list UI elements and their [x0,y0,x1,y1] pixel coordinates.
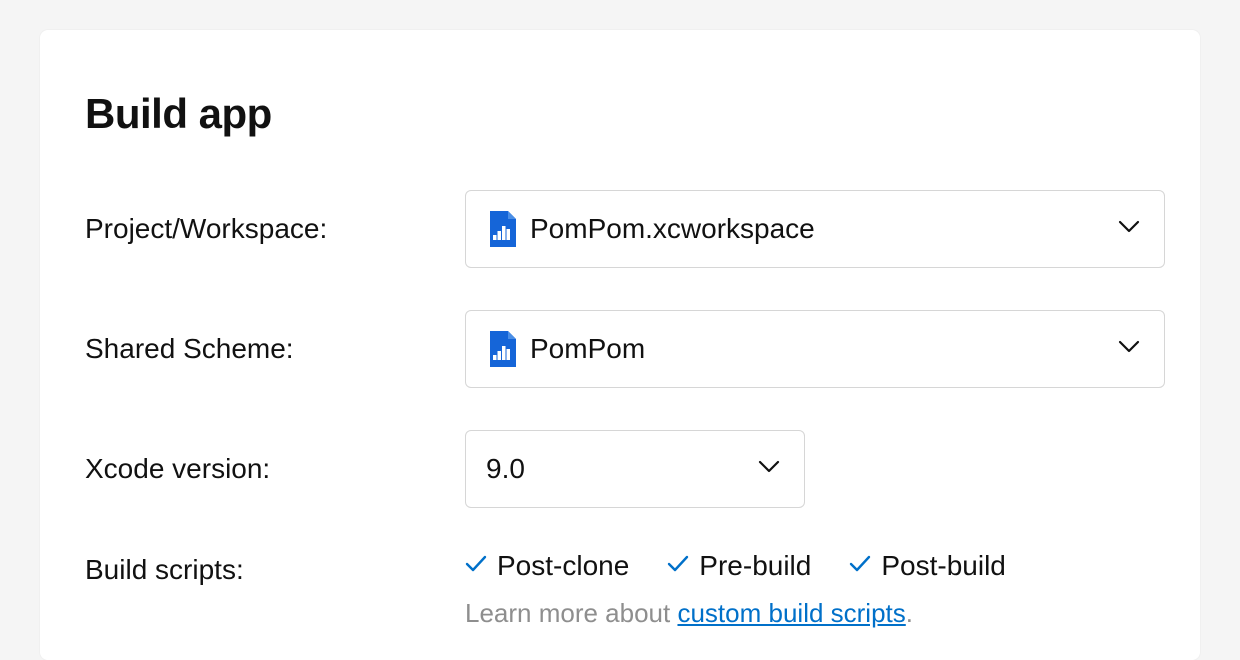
script-post-build: Post-build [849,550,1006,582]
xcode-file-icon [486,331,516,367]
chevron-down-icon [1118,220,1140,239]
build-scripts-help: Learn more about custom build scripts. [465,598,1155,629]
script-label: Pre-build [699,550,811,582]
script-label: Post-build [881,550,1006,582]
project-workspace-dropdown[interactable]: PomPom.xcworkspace [465,190,1165,268]
shared-scheme-row: Shared Scheme: PomPom [85,310,1155,388]
check-icon [667,555,689,578]
build-settings-card: Build app Project/Workspace: [40,30,1200,660]
build-scripts-label: Build scripts: [85,550,465,586]
shared-scheme-dropdown[interactable]: PomPom [465,310,1165,388]
check-icon [849,555,871,578]
xcode-version-dropdown[interactable]: 9.0 [465,430,805,508]
custom-build-scripts-link[interactable]: custom build scripts [677,598,905,628]
xcode-version-label: Xcode version: [85,453,465,485]
chevron-down-icon [1118,340,1140,359]
shared-scheme-label: Shared Scheme: [85,333,465,365]
build-scripts-group: Post-clone Pre-build [465,550,1155,582]
script-label: Post-clone [497,550,629,582]
check-icon [465,555,487,578]
xcode-file-icon [486,211,516,247]
page-title: Build app [85,90,1155,138]
xcode-version-row: Xcode version: 9.0 [85,430,1155,508]
project-workspace-label: Project/Workspace: [85,213,465,245]
chevron-down-icon [758,460,780,479]
project-workspace-row: Project/Workspace: PomPom.xc [85,190,1155,268]
xcode-version-value: 9.0 [486,453,758,485]
build-scripts-row: Build scripts: Post-clone [85,550,1155,629]
script-post-clone: Post-clone [465,550,629,582]
shared-scheme-value: PomPom [530,333,1118,365]
script-pre-build: Pre-build [667,550,811,582]
project-workspace-value: PomPom.xcworkspace [530,213,1118,245]
